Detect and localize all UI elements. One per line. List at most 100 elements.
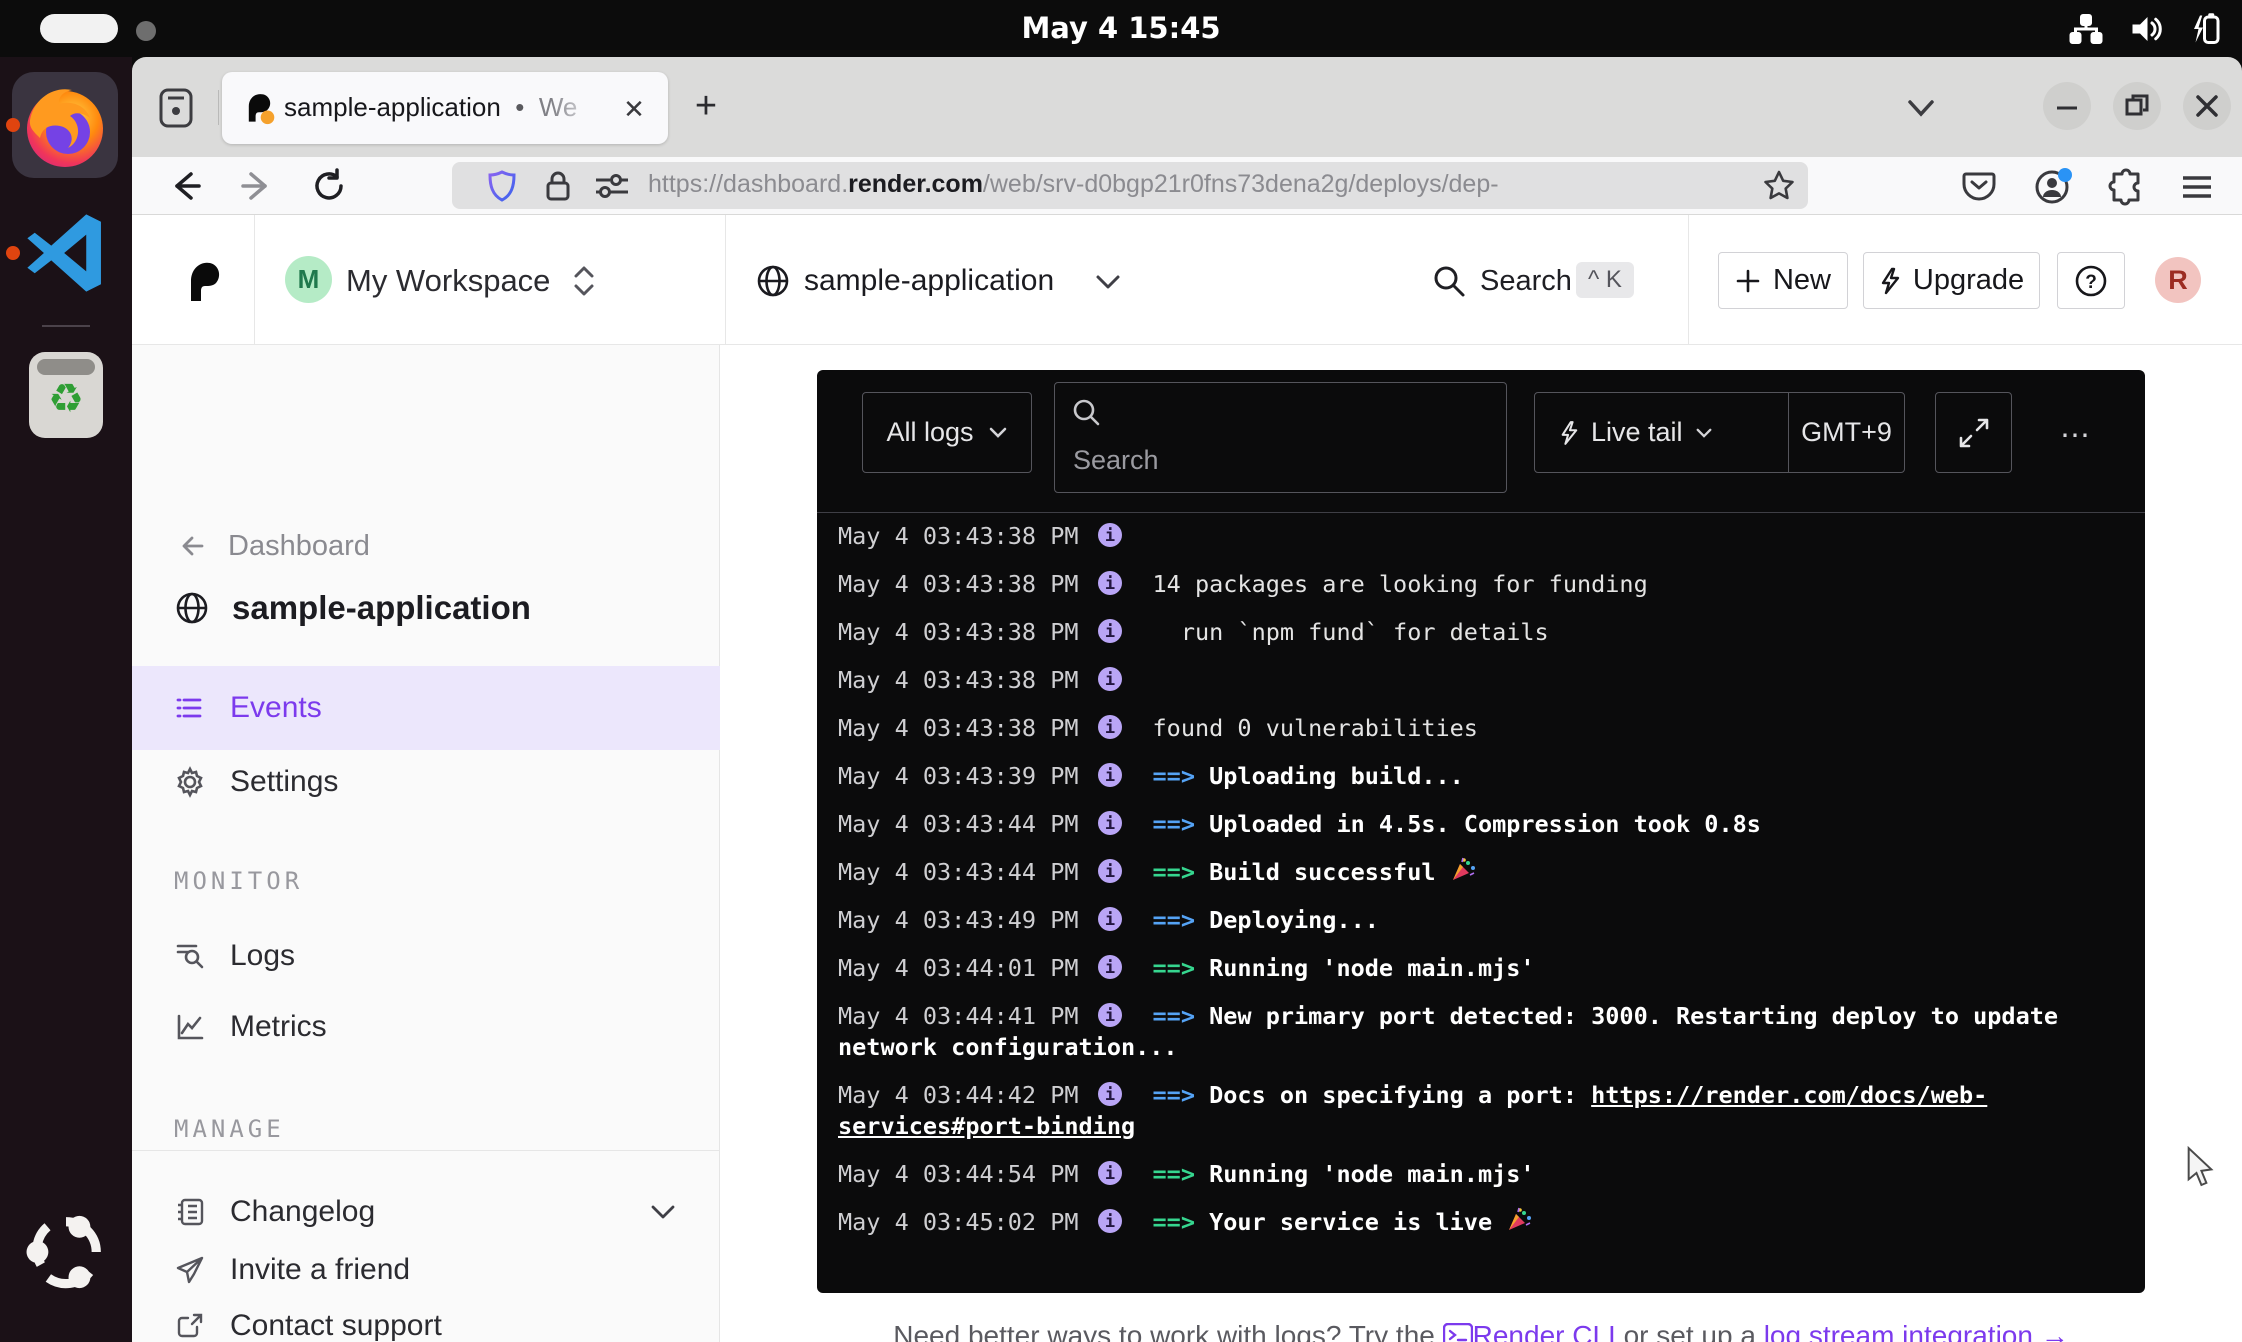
render-favicon	[242, 91, 276, 125]
info-icon[interactable]: i	[1097, 858, 1123, 884]
firefox-view-button[interactable]	[148, 84, 204, 132]
browser-window: sample-application • We ✕ +	[132, 57, 2242, 1342]
sidebar-item-changelog[interactable]: Changelog	[132, 1182, 720, 1242]
svg-text:i: i	[1104, 766, 1114, 786]
log-filter-dropdown[interactable]: All logs	[862, 392, 1032, 473]
info-icon[interactable]: i	[1097, 522, 1123, 548]
maximize-button[interactable]	[2113, 82, 2161, 130]
url-bar[interactable]: https://dashboard.render.com/web/srv-d0b…	[452, 162, 1808, 209]
svg-text:i: i	[1104, 862, 1114, 882]
info-icon[interactable]: i	[1097, 1208, 1123, 1234]
live-tail-toggle[interactable]: Live tail	[1535, 417, 1788, 448]
log-row: May 4 03:43:38 PMifound 0 vulnerabilitie…	[817, 704, 2145, 752]
live-tail-control[interactable]: Live tail GMT+9	[1534, 392, 1905, 473]
extensions-puzzle-icon[interactable]	[2108, 168, 2148, 208]
chevron-down-icon	[1695, 427, 1713, 439]
sidebar-item-contact-support[interactable]: Contact support	[132, 1296, 720, 1342]
log-timestamp: May 4 03:43:39 PM	[838, 762, 1079, 790]
expand-logs-button[interactable]	[1935, 392, 2012, 473]
sidebar: Dashboard sample-application Events Sett…	[132, 345, 720, 1342]
log-panel: All logs Search Live tail GMT+9 ⋯	[817, 370, 2145, 1293]
workspace-chevrons-icon[interactable]	[572, 264, 596, 298]
permissions-icon[interactable]	[594, 172, 630, 200]
workspace-selector[interactable]: My Workspace	[346, 263, 550, 299]
changelog-icon	[174, 1196, 206, 1228]
help-button[interactable]: ?	[2057, 252, 2125, 309]
tab-close-icon[interactable]: ✕	[616, 91, 652, 127]
log-row: May 4 03:44:54 PMi==> Running 'node main…	[817, 1150, 2145, 1198]
trash-lid	[37, 359, 95, 375]
recycle-icon: ♻	[29, 376, 103, 422]
volume-icon[interactable]	[2128, 11, 2164, 47]
sidebar-section-manage: MANAGE	[174, 1115, 285, 1143]
minimize-button[interactable]	[2043, 82, 2091, 130]
search-icon[interactable]	[1432, 264, 1466, 298]
service-selector[interactable]: sample-application	[804, 264, 1054, 298]
lightning-icon	[1559, 419, 1579, 447]
upgrade-button[interactable]: Upgrade	[1863, 252, 2040, 309]
service-chevron-down-icon[interactable]	[1094, 273, 1122, 291]
log-stream-integration-link[interactable]: log stream integration →	[1764, 1320, 2069, 1342]
menu-hamburger-icon[interactable]	[2178, 168, 2218, 208]
sidebar-item-events[interactable]: Events	[132, 666, 720, 750]
tab-divider	[218, 90, 219, 125]
sidebar-back-dashboard[interactable]: Dashboard	[132, 516, 720, 576]
account-icon[interactable]	[2032, 166, 2072, 206]
forward-button[interactable]	[237, 166, 277, 206]
user-avatar[interactable]: R	[2155, 257, 2201, 303]
network-icon[interactable]	[2068, 11, 2104, 47]
tab-title-fade	[552, 82, 614, 134]
info-icon[interactable]: i	[1097, 906, 1123, 932]
log-lines[interactable]: May 4 03:43:38 PMiMay 4 03:43:38 PMi14 p…	[817, 512, 2145, 1246]
tracking-shield-icon[interactable]	[486, 169, 518, 203]
system-clock[interactable]: May 4 15:45	[0, 0, 2242, 57]
firefox-dock-tile[interactable]	[12, 72, 118, 178]
sidebar-item-logs[interactable]: Logs	[132, 926, 720, 986]
lock-icon[interactable]	[544, 169, 572, 203]
search-button[interactable]: Search	[1480, 265, 1572, 298]
back-button[interactable]	[165, 166, 205, 206]
system-top-bar: May 4 15:45	[0, 0, 2242, 57]
battery-charging-icon[interactable]	[2188, 11, 2224, 47]
sidebar-item-settings[interactable]: Settings	[132, 752, 720, 812]
log-message: run `npm fund` for details	[1153, 618, 1549, 646]
log-more-menu[interactable]: ⋯	[2060, 418, 2110, 453]
pocket-icon[interactable]	[1960, 168, 2000, 208]
log-timestamp: May 4 03:45:02 PM	[838, 1208, 1079, 1236]
new-tab-button[interactable]: +	[680, 81, 732, 133]
vscode-dock-tile[interactable]	[20, 207, 112, 299]
active-tab[interactable]: sample-application • We ✕	[222, 72, 668, 144]
header-divider	[254, 215, 255, 344]
sidebar-service-name[interactable]: sample-application	[132, 578, 720, 638]
trash-dock-tile[interactable]: ♻	[29, 352, 103, 438]
ubuntu-apps-button[interactable]	[24, 1210, 108, 1294]
info-icon[interactable]: i	[1097, 570, 1123, 596]
info-icon[interactable]: i	[1097, 1002, 1123, 1028]
new-button[interactable]: New	[1718, 252, 1848, 309]
timezone-button[interactable]: GMT+9	[1789, 417, 1904, 448]
dock-divider	[42, 325, 90, 327]
events-list-icon	[174, 692, 206, 724]
sidebar-item-invite-a-friend[interactable]: Invite a friend	[132, 1240, 720, 1300]
list-all-tabs-button[interactable]	[1898, 92, 1944, 124]
bookmark-star-icon[interactable]	[1762, 169, 1796, 203]
info-icon[interactable]: i	[1097, 1081, 1123, 1107]
log-message: Running 'node main.mjs'	[1209, 1160, 1534, 1188]
info-icon[interactable]: i	[1097, 714, 1123, 740]
info-icon[interactable]: i	[1097, 954, 1123, 980]
reload-button[interactable]	[309, 166, 349, 206]
info-icon[interactable]: i	[1097, 762, 1123, 788]
log-search-input[interactable]: Search	[1054, 382, 1507, 493]
log-row: May 4 03:43:38 PMi	[817, 656, 2145, 704]
workspace-avatar[interactable]: M	[285, 256, 332, 303]
info-icon[interactable]: i	[1097, 810, 1123, 836]
info-icon[interactable]: i	[1097, 618, 1123, 644]
log-message: Your service is live	[1209, 1208, 1506, 1236]
render-logo[interactable]	[184, 259, 224, 303]
render-dashboard-page: M My Workspace sample-application Search…	[132, 215, 2242, 1342]
render-cli-link[interactable]: Render CLI	[1473, 1320, 1616, 1342]
info-icon[interactable]: i	[1097, 1160, 1123, 1186]
sidebar-item-metrics[interactable]: Metrics	[132, 997, 720, 1057]
info-icon[interactable]: i	[1097, 666, 1123, 692]
close-window-button[interactable]	[2183, 82, 2231, 130]
